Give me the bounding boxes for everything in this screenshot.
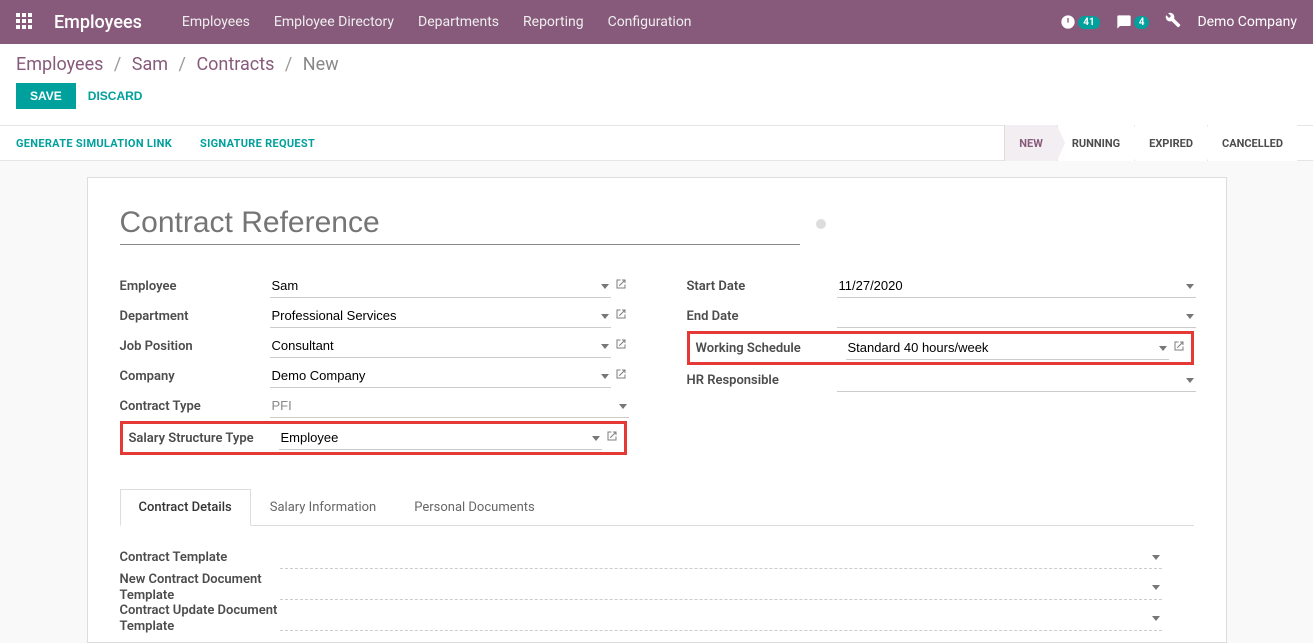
external-link-icon[interactable] — [615, 278, 627, 294]
activity-count: 41 — [1078, 16, 1099, 29]
discard-button[interactable]: DISCARD — [88, 89, 143, 103]
menu-configuration[interactable]: Configuration — [608, 14, 692, 30]
status-running[interactable]: RUNNING — [1057, 125, 1134, 161]
status-bar: NEW RUNNING EXPIRED CANCELLED — [1004, 125, 1297, 161]
toolbar: GENERATE SIMULATION LINK SIGNATURE REQUE… — [0, 125, 1313, 161]
breadcrumb-bar: Employees / Sam / Contracts / New SAVE D… — [0, 44, 1313, 125]
label-contract-type: Contract Type — [120, 399, 270, 414]
employee-field[interactable] — [270, 274, 611, 298]
breadcrumb-employees[interactable]: Employees — [16, 54, 103, 75]
label-company: Company — [120, 369, 270, 384]
form-sheet: Employee Department Job Position — [87, 177, 1227, 643]
working-schedule-field[interactable] — [846, 336, 1169, 360]
external-link-icon[interactable] — [615, 368, 627, 384]
label-hr-responsible: HR Responsible — [687, 373, 837, 388]
breadcrumb-contracts[interactable]: Contracts — [196, 54, 274, 75]
save-button[interactable]: SAVE — [16, 83, 76, 109]
label-job-position: Job Position — [120, 339, 270, 354]
hr-responsible-field[interactable] — [837, 368, 1196, 392]
breadcrumb: Employees / Sam / Contracts / New — [16, 54, 1297, 75]
menu-employees[interactable]: Employees — [182, 14, 250, 30]
external-link-icon[interactable] — [615, 308, 627, 324]
breadcrumb-sam[interactable]: Sam — [132, 54, 168, 75]
apps-icon[interactable] — [16, 13, 34, 31]
kanban-state-icon[interactable] — [816, 219, 826, 229]
contract-type-field[interactable] — [270, 394, 629, 418]
label-working-schedule: Working Schedule — [696, 341, 846, 356]
update-doc-template-field[interactable] — [280, 607, 1162, 631]
breadcrumb-current: New — [303, 54, 339, 75]
external-link-icon[interactable] — [1173, 340, 1185, 356]
topbar: Employees Employees Employee Directory D… — [0, 0, 1313, 44]
job-position-field[interactable] — [270, 334, 611, 358]
menu-employee-directory[interactable]: Employee Directory — [274, 14, 394, 30]
contract-reference-input[interactable] — [120, 202, 800, 245]
label-end-date: End Date — [687, 309, 837, 324]
status-expired[interactable]: EXPIRED — [1134, 125, 1207, 161]
company-field[interactable] — [270, 364, 611, 388]
label-contract-template: Contract Template — [120, 550, 280, 565]
menu-departments[interactable]: Departments — [418, 14, 499, 30]
start-date-field[interactable] — [837, 274, 1196, 298]
company-name[interactable]: Demo Company — [1197, 14, 1297, 30]
label-employee: Employee — [120, 279, 270, 294]
label-new-doc-template: New Contract Document Template — [120, 572, 280, 603]
salary-structure-highlight: Salary Structure Type — [120, 421, 627, 455]
end-date-field[interactable] — [837, 304, 1196, 328]
label-salary-structure: Salary Structure Type — [129, 431, 279, 446]
tab-personal-documents[interactable]: Personal Documents — [395, 489, 554, 525]
salary-structure-field[interactable] — [279, 426, 602, 450]
app-brand: Employees — [54, 12, 142, 33]
external-link-icon[interactable] — [606, 430, 618, 446]
label-department: Department — [120, 309, 270, 324]
menu-reporting[interactable]: Reporting — [523, 14, 584, 30]
activity-icon[interactable]: 41 — [1060, 14, 1099, 30]
generate-simulation-link[interactable]: GENERATE SIMULATION LINK — [16, 137, 172, 150]
department-field[interactable] — [270, 304, 611, 328]
tab-contract-details[interactable]: Contract Details — [120, 489, 251, 526]
external-link-icon[interactable] — [615, 338, 627, 354]
left-column: Employee Department Job Position — [120, 271, 627, 455]
label-start-date: Start Date — [687, 279, 837, 294]
tabs: Contract Details Salary Information Pers… — [120, 489, 1194, 526]
working-schedule-highlight: Working Schedule — [687, 331, 1194, 365]
messages-icon[interactable]: 4 — [1116, 14, 1150, 30]
signature-request[interactable]: SIGNATURE REQUEST — [200, 137, 315, 150]
new-doc-template-field[interactable] — [280, 576, 1162, 600]
tab-content: Contract Template New Contract Document … — [120, 526, 1194, 634]
message-count: 4 — [1134, 16, 1150, 29]
contract-template-field[interactable] — [280, 545, 1162, 569]
status-new[interactable]: NEW — [1004, 125, 1057, 161]
settings-icon[interactable] — [1165, 12, 1181, 32]
right-column: Start Date End Date Working Schedule — [687, 271, 1194, 455]
top-menu: Employees Employee Directory Departments… — [182, 14, 692, 30]
status-cancelled[interactable]: CANCELLED — [1207, 125, 1297, 161]
tab-salary-information[interactable]: Salary Information — [251, 489, 395, 525]
label-update-doc-template: Contract Update Document Template — [120, 603, 280, 634]
